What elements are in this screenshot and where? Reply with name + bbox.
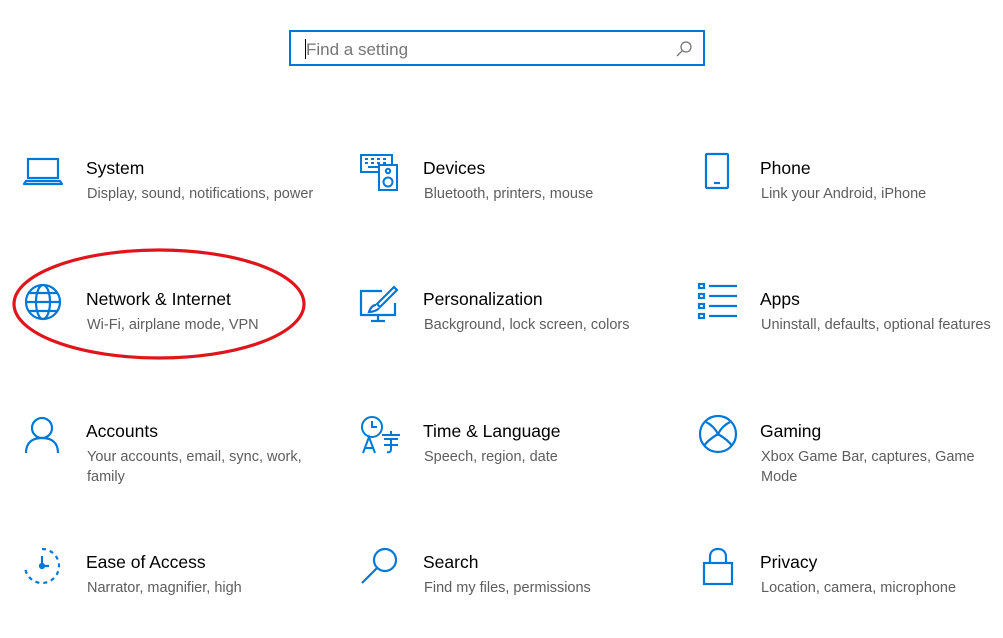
person-icon <box>23 416 67 461</box>
search-icon[interactable] <box>675 40 693 58</box>
tile-title: Network & Internet <box>86 289 231 309</box>
laptop-icon <box>22 154 67 198</box>
paintbrush-monitor-icon <box>359 285 404 329</box>
ease-of-access-icon <box>23 547 67 592</box>
tile-description: Bluetooth, printers, mouse <box>424 186 594 202</box>
globe-icon <box>23 283 67 329</box>
tile-personalization[interactable]: Personalization Background, lock screen,… <box>359 285 660 375</box>
tile-privacy[interactable]: Privacy Location, camera, microphone <box>697 547 997 638</box>
tile-description: Background, lock screen, colors <box>424 317 630 333</box>
tile-description: Wi-Fi, airplane mode, VPN <box>87 317 259 333</box>
phone-icon <box>697 152 741 198</box>
tile-devices[interactable]: Devices Bluetooth, printers, mouse <box>360 154 660 244</box>
tile-gaming[interactable]: Gaming Xbox Game Bar, captures, Game Mod… <box>697 414 997 507</box>
lock-icon <box>697 547 741 592</box>
search-input[interactable]: Find a setting <box>289 30 705 66</box>
tile-title: Search <box>423 552 479 572</box>
tile-description: Narrator, magnifier, high <box>87 580 242 596</box>
tile-title: Devices <box>423 158 486 178</box>
tile-title: System <box>86 158 145 178</box>
tile-description: Link your Android, iPhone <box>761 186 927 202</box>
tile-description: Display, sound, notifications, power <box>87 186 314 202</box>
tile-system[interactable]: System Display, sound, notifications, po… <box>22 154 323 244</box>
tile-description: Find my files, permissions <box>424 580 591 596</box>
search-placeholder: Find a setting <box>306 40 409 59</box>
tile-time-language[interactable]: Time & Language Speech, region, date <box>360 416 660 507</box>
keyboard-speaker-icon <box>360 154 404 198</box>
tile-title: Ease of Access <box>86 552 206 572</box>
magnifier-icon <box>360 547 404 592</box>
tile-title: Accounts <box>86 421 158 441</box>
xbox-icon <box>697 414 741 461</box>
tile-description: Location, camera, microphone <box>761 580 957 596</box>
tile-title: Gaming <box>760 421 822 441</box>
tile-title: Phone <box>760 158 811 178</box>
tile-ease-of-access[interactable]: Ease of Access Narrator, magnifier, high <box>23 547 323 638</box>
time-language-icon <box>360 416 404 461</box>
tile-description: Uninstall, defaults, optional features <box>761 317 991 333</box>
tile-apps[interactable]: Apps Uninstall, defaults, optional featu… <box>697 282 997 373</box>
tile-search[interactable]: Search Find my files, permissions <box>360 547 660 638</box>
tile-description: Speech, region, date <box>424 449 558 465</box>
tile-description: Your accounts, email, sync, work, family <box>87 449 302 485</box>
tile-network-internet[interactable]: Network & Internet Wi-Fi, airplane mode,… <box>23 283 323 375</box>
tile-title: Time & Language <box>423 421 561 441</box>
tile-title: Apps <box>760 289 800 309</box>
tile-accounts[interactable]: Accounts Your accounts, email, sync, wor… <box>23 416 323 507</box>
apps-list-icon <box>697 282 741 327</box>
tile-title: Personalization <box>423 289 543 309</box>
tile-phone[interactable]: Phone Link your Android, iPhone <box>697 152 997 244</box>
tile-title: Privacy <box>760 552 818 572</box>
tile-description: Xbox Game Bar, captures, Game Mode <box>761 449 975 485</box>
